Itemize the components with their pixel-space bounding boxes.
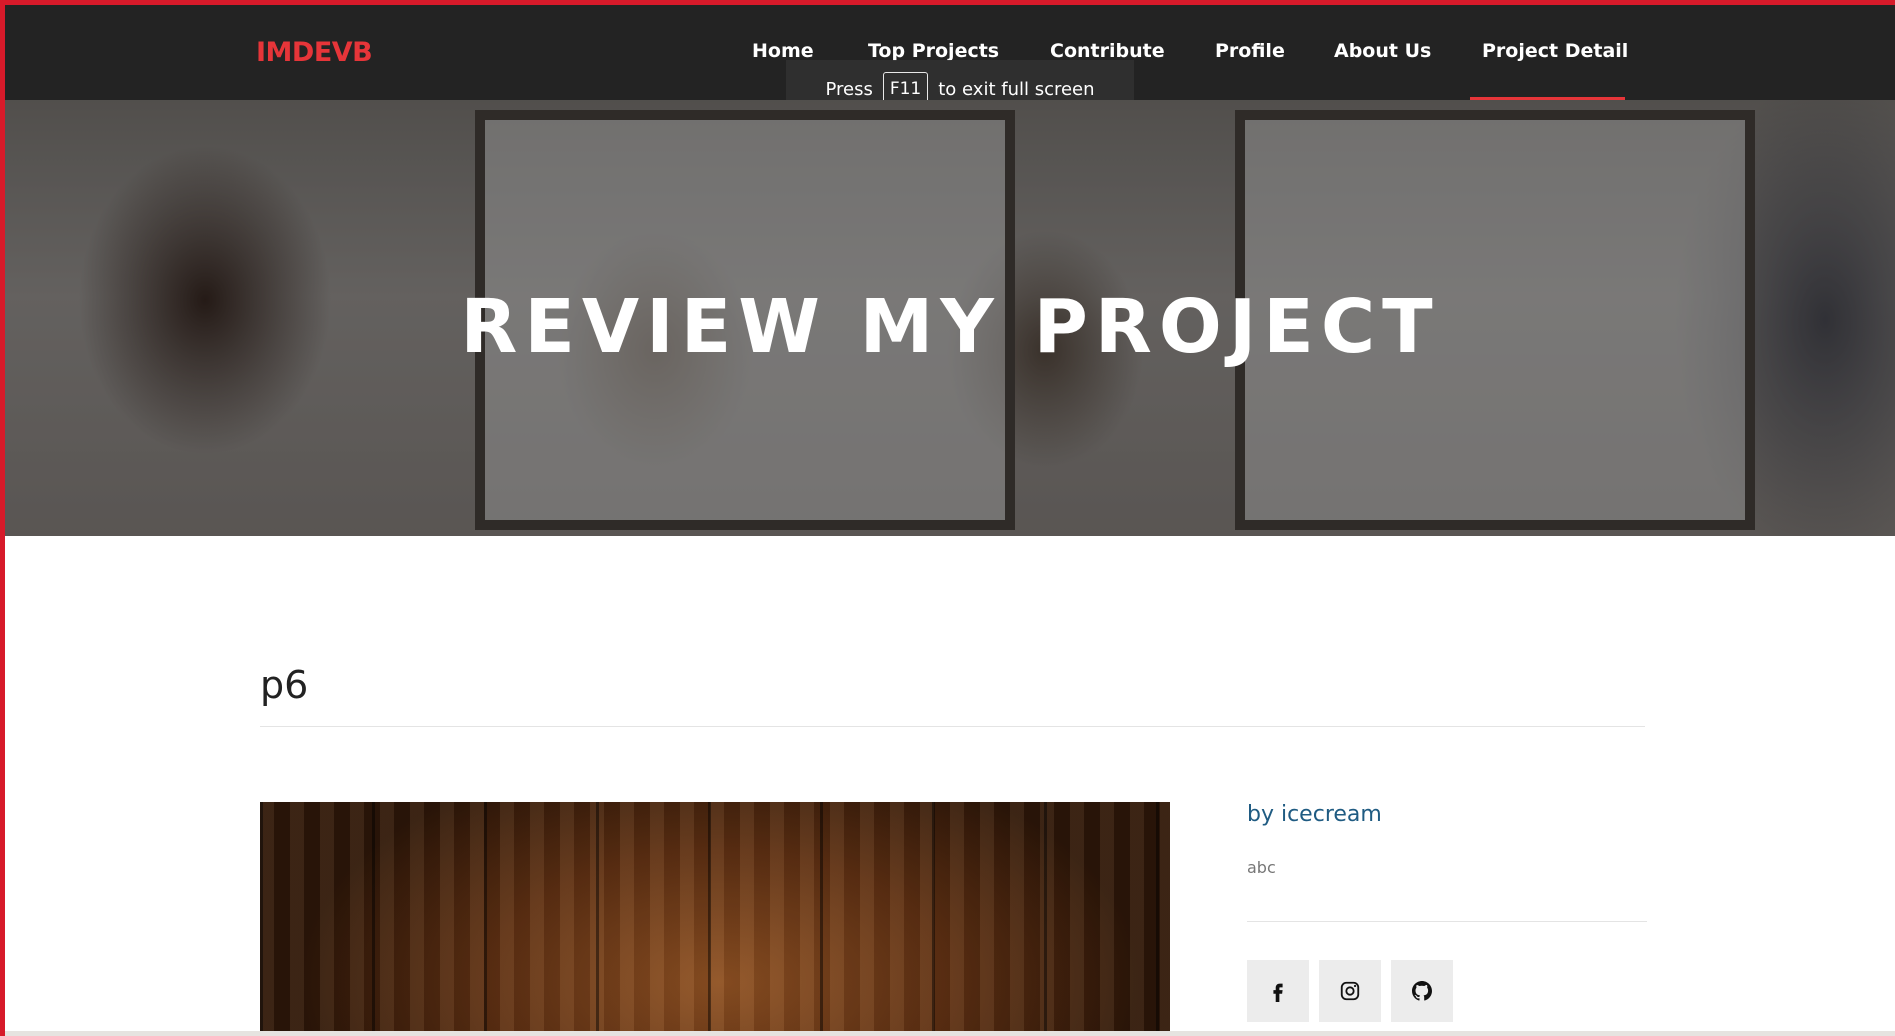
title-divider: [260, 726, 1645, 727]
nav-item-project-detail[interactable]: Project Detail: [1482, 40, 1628, 62]
nav-item-home[interactable]: Home: [752, 40, 814, 62]
instagram-button[interactable]: [1319, 960, 1381, 1022]
top-tab-indicator: [871, 0, 1046, 3]
project-image: [260, 802, 1170, 1036]
brand-logo[interactable]: IMDEVB: [256, 37, 373, 68]
instagram-icon: [1340, 981, 1360, 1001]
toast-suffix-text: to exit full screen: [938, 78, 1095, 100]
nav-item-about-us[interactable]: About Us: [1334, 40, 1431, 62]
toast-press-text: Press: [825, 78, 873, 100]
project-title: p6: [260, 663, 309, 707]
facebook-icon: [1273, 983, 1283, 1002]
hero-title: REVIEW MY PROJECT: [460, 284, 1440, 370]
bottom-scroll-bar: [5, 1031, 1895, 1036]
nav-item-top-projects[interactable]: Top Projects: [868, 40, 999, 62]
github-button[interactable]: [1391, 960, 1453, 1022]
project-author-link[interactable]: by icecream: [1247, 802, 1382, 827]
nav-item-contribute[interactable]: Contribute: [1050, 40, 1165, 62]
sidebar-divider: [1247, 921, 1647, 922]
project-description: abc: [1247, 858, 1276, 877]
facebook-button[interactable]: [1247, 960, 1309, 1022]
nav-item-profile[interactable]: Profile: [1215, 40, 1285, 62]
hero-banner: REVIEW MY PROJECT: [5, 100, 1895, 536]
browser-viewport: IMDEVB Home Top Projects Contribute Prof…: [0, 0, 1895, 1036]
github-icon: [1412, 981, 1432, 1001]
